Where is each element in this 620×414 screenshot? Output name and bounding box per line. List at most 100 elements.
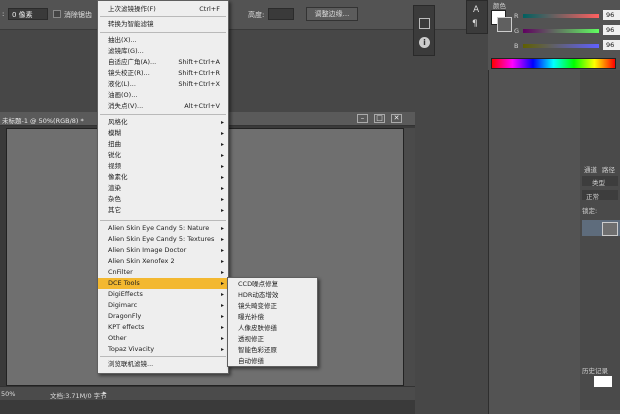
- history-tab[interactable]: 历史记录: [582, 365, 608, 375]
- layer-thumbnail: [602, 222, 618, 236]
- filter-menu-item[interactable]: DigiEffects ▸: [98, 289, 228, 300]
- g-value-field[interactable]: 96: [603, 25, 620, 35]
- filter-menu-item[interactable]: 像素化 ▸: [98, 172, 228, 183]
- filter-menu-item[interactable]: 抽出(X)...: [98, 35, 228, 46]
- filter-menu-item[interactable]: 消失点(V)... Alt+Ctrl+V: [98, 101, 228, 112]
- channels-tab[interactable]: 通道: [584, 164, 597, 174]
- maximize-button[interactable]: □: [374, 114, 385, 123]
- menu-item-label: 视频: [108, 162, 121, 170]
- b-slider[interactable]: [523, 44, 599, 48]
- history-snapshot[interactable]: [594, 376, 612, 387]
- minimize-button[interactable]: –: [357, 114, 368, 123]
- doc-info[interactable]: 文档:3.71M/0 字节: [50, 390, 107, 400]
- height-input[interactable]: [268, 8, 294, 20]
- submenu-item[interactable]: 人像皮肤修缮: [228, 323, 317, 334]
- submenu-arrow-icon: ▸: [220, 269, 224, 276]
- filter-menu-item[interactable]: 油画(O)...: [98, 90, 228, 101]
- filter-menu-item[interactable]: 上次滤镜操作(F) Ctrl+F: [98, 4, 228, 15]
- submenu-arrow-icon: ▸: [220, 258, 224, 265]
- doc-info-arrow-icon[interactable]: ▸: [103, 389, 107, 397]
- filter-menu-item[interactable]: 转换为智能滤镜: [98, 19, 228, 30]
- status-bar: 50% 文档:3.71M/0 字节 ▸: [0, 386, 415, 400]
- info-icon[interactable]: i: [419, 37, 430, 48]
- submenu-item[interactable]: HDR动态增效: [228, 290, 317, 301]
- submenu-item[interactable]: CCD噪点修复: [228, 279, 317, 290]
- filter-menu-item[interactable]: 视频 ▸: [98, 161, 228, 172]
- character-icon[interactable]: A: [473, 5, 479, 15]
- background-color-swatch[interactable]: [497, 17, 512, 32]
- submenu-item[interactable]: 曝光补偿: [228, 312, 317, 323]
- filter-menu-item[interactable]: 渲染 ▸: [98, 183, 228, 194]
- g-slider[interactable]: [523, 29, 599, 33]
- close-button[interactable]: ✕: [391, 114, 402, 123]
- paths-tab[interactable]: 路径: [602, 164, 615, 174]
- histogram-icon[interactable]: [419, 18, 430, 29]
- g-label: G: [514, 27, 520, 35]
- menu-item-label: 风格化: [108, 118, 128, 126]
- refine-edge-button[interactable]: 调整边缘...: [306, 7, 358, 21]
- filter-menu-item[interactable]: 模糊 ▸: [98, 128, 228, 139]
- menu-item-label: 浏览联机滤镜...: [108, 360, 154, 368]
- menu-item-label: DigiEffects: [108, 290, 143, 298]
- filter-menu-item[interactable]: Alien Skin Image Doctor ▸: [98, 245, 228, 256]
- blend-mode-select[interactable]: 正常: [582, 190, 618, 201]
- filter-menu-item[interactable]: 其它 ▸: [98, 205, 228, 216]
- filter-menu-item[interactable]: 镜头校正(R)... Shift+Ctrl+R: [98, 68, 228, 79]
- filter-menu-item[interactable]: Topaz Vivacity ▸: [98, 344, 228, 355]
- filter-menu-item[interactable]: 滤镜库(G)...: [98, 46, 228, 57]
- submenu-item[interactable]: 智能色彩还原: [228, 345, 317, 356]
- filter-menu-item[interactable]: 扭曲 ▸: [98, 139, 228, 150]
- submenu-arrow-icon: ▸: [220, 207, 224, 214]
- b-label: B: [514, 42, 519, 50]
- filter-menu-item[interactable]: 自适应广角(A)... Shift+Ctrl+A: [98, 57, 228, 68]
- filter-menu-item[interactable]: Digimarc ▸: [98, 300, 228, 311]
- size-input[interactable]: 0 像素: [8, 8, 48, 20]
- submenu-item[interactable]: 自动修缮: [228, 356, 317, 367]
- b-value-field[interactable]: 96: [603, 40, 620, 50]
- menu-item-label: 转换为智能滤镜: [108, 20, 154, 28]
- filter-menu-item[interactable]: 液化(L)... Shift+Ctrl+X: [98, 79, 228, 90]
- layers-panel: 通道 路径 类型 正常 锁定: 历史记录: [580, 70, 620, 410]
- filter-menu-item[interactable]: CnFilter ▸: [98, 267, 228, 278]
- menu-item-label: Alien Skin Xenofex 2: [108, 257, 175, 265]
- filter-menu-item[interactable]: KPT effects ▸: [98, 322, 228, 333]
- filter-menu-item[interactable]: DCE Tools ▸: [98, 278, 228, 289]
- submenu-item-label: 人像皮肤修缮: [238, 324, 277, 332]
- submenu-item-label: 曝光补偿: [238, 313, 264, 321]
- paragraph-icon[interactable]: ¶: [472, 19, 478, 29]
- filter-menu-item[interactable]: Alien Skin Xenofex 2 ▸: [98, 256, 228, 267]
- filter-menu: 上次滤镜操作(F) Ctrl+F 转换为智能滤镜 抽出(X)... 滤镜库(G)... 自…: [97, 0, 229, 374]
- menu-item-label: 油画(O)...: [108, 91, 138, 99]
- vertical-scrollbar[interactable]: [404, 128, 415, 386]
- menu-item-label: 其它: [108, 206, 121, 214]
- submenu-item[interactable]: 透视修正: [228, 334, 317, 345]
- menu-item-label: Topaz Vivacity: [108, 345, 155, 353]
- filter-menu-item[interactable]: Alien Skin Eye Candy 5: Textures ▸: [98, 234, 228, 245]
- menu-separator: [100, 114, 226, 115]
- submenu-arrow-icon: ▸: [220, 152, 224, 159]
- color-spectrum[interactable]: [491, 58, 616, 69]
- filter-menu-item[interactable]: DragonFly ▸: [98, 311, 228, 322]
- r-value-field[interactable]: 96: [603, 10, 620, 20]
- menu-item-label: KPT effects: [108, 323, 145, 331]
- menu-item-label: 抽出(X)...: [108, 36, 137, 44]
- filter-menu-item[interactable]: 风格化 ▸: [98, 117, 228, 128]
- layer-row[interactable]: [582, 220, 620, 236]
- filter-menu-item[interactable]: 杂色 ▸: [98, 194, 228, 205]
- submenu-arrow-icon: ▸: [220, 313, 224, 320]
- submenu-item-label: 自动修缮: [238, 357, 264, 365]
- r-slider[interactable]: [523, 14, 599, 18]
- antialias-checkbox[interactable]: [53, 10, 61, 18]
- submenu-item-label: CCD噪点修复: [238, 280, 279, 288]
- filter-menu-item[interactable]: 锐化 ▸: [98, 150, 228, 161]
- filter-menu-item[interactable]: Alien Skin Eye Candy 5: Nature ▸: [98, 223, 228, 234]
- color-panel-tab[interactable]: 颜色: [493, 0, 506, 10]
- submenu-item[interactable]: 镜头畸变修正: [228, 301, 317, 312]
- filter-menu-item[interactable]: 浏览联机滤镜...: [98, 359, 228, 370]
- layer-filter-select[interactable]: 类型: [582, 176, 618, 187]
- submenu-item-label: 透视修正: [238, 335, 264, 343]
- submenu-arrow-icon: ▸: [220, 335, 224, 342]
- filter-menu-item[interactable]: Other ▸: [98, 333, 228, 344]
- zoom-level[interactable]: 50%: [1, 390, 15, 398]
- menu-separator: [100, 16, 226, 17]
